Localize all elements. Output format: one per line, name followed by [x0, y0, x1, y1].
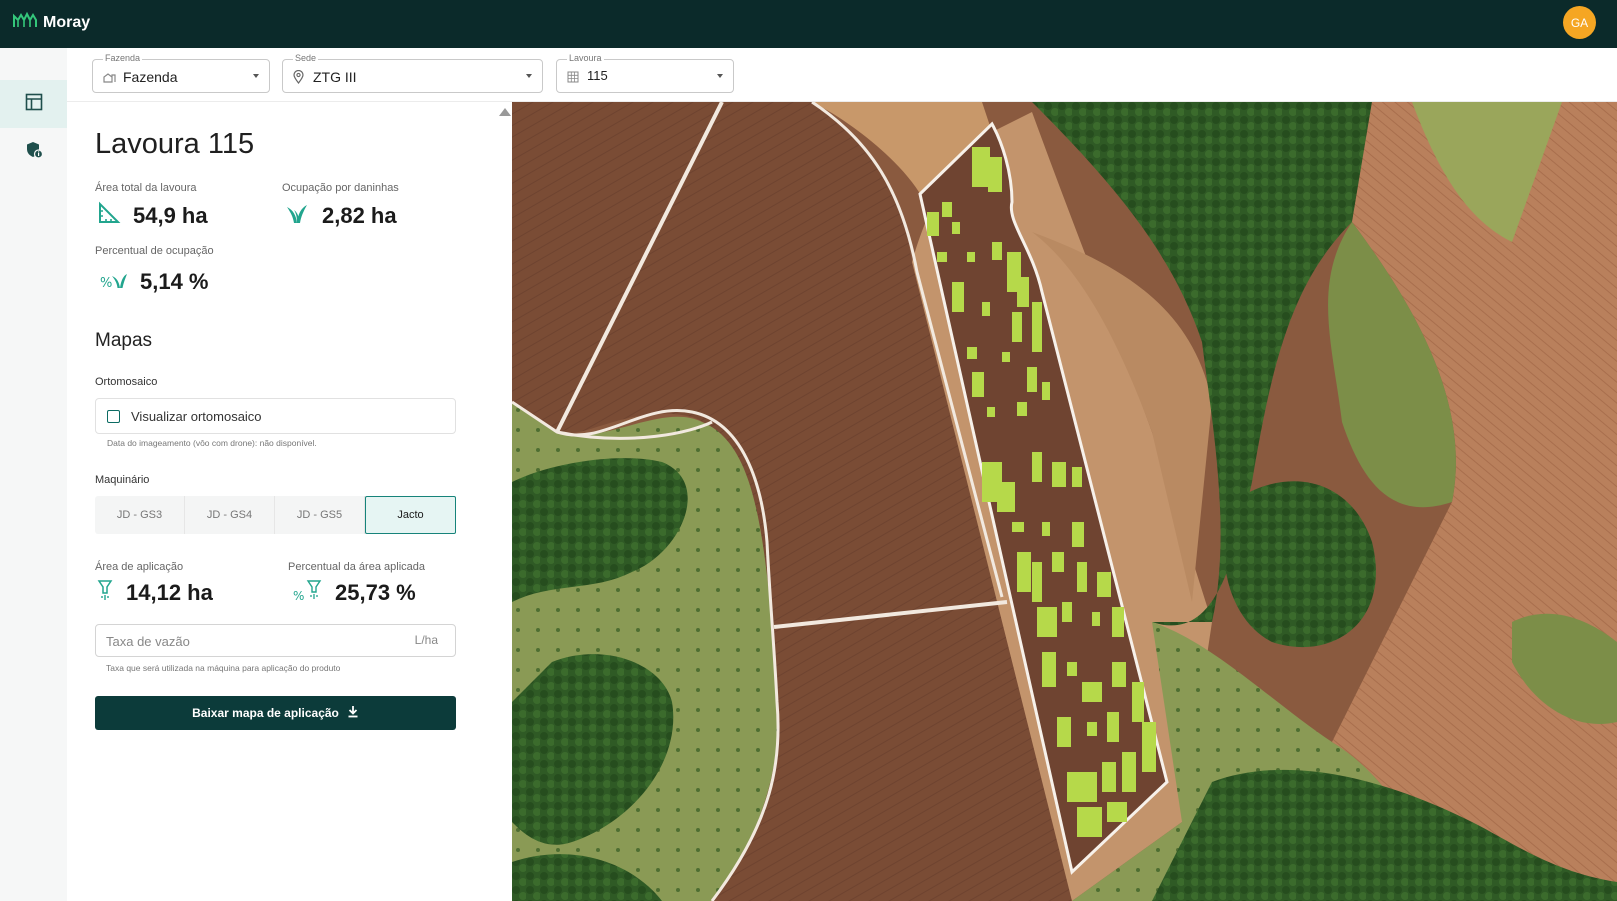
ortomosaico-helper-text: Data do imageamento (vôo com drone): não…: [107, 438, 317, 448]
weed-icon: [284, 201, 310, 230]
percentual-metric: % 5,14 %: [100, 268, 209, 295]
machine-option-jd-gs3[interactable]: JD - GS3: [95, 496, 185, 534]
lavoura-select[interactable]: Lavoura 115: [556, 53, 734, 93]
percent-sprayer-icon: %: [293, 579, 323, 606]
side-rail: [0, 48, 67, 901]
percentual-aplicada-label: Percentual da área aplicada: [288, 561, 425, 573]
location-pin-icon: [293, 69, 304, 89]
top-bar: Moray GA: [0, 0, 1617, 48]
taxa-vazao-placeholder: Taxa de vazão: [106, 634, 190, 649]
fazenda-select-label: Fazenda: [103, 53, 143, 63]
app-logo[interactable]: Moray: [13, 11, 90, 34]
sidebar-item-fields[interactable]: [0, 80, 67, 128]
page-title: Lavoura 115: [95, 128, 255, 160]
farm-icon: [103, 70, 116, 88]
sprayer-icon: [96, 579, 114, 606]
ortomosaico-label: Ortomosaico: [95, 376, 158, 388]
shield-info-icon: [25, 141, 43, 164]
maquinario-label: Maquinário: [95, 474, 150, 486]
filter-bar: Fazenda Fazenda Sede ZTG III Lavoura 115: [67, 48, 1617, 102]
machine-option-jacto[interactable]: Jacto: [365, 496, 456, 534]
svg-text:%: %: [293, 589, 304, 601]
percentual-aplicada-metric: % 25,73 %: [293, 579, 416, 606]
ocupacao-metric: 2,82 ha: [284, 201, 397, 230]
area-aplicacao-label: Área de aplicação: [95, 561, 184, 573]
chevron-down-icon: [526, 74, 532, 78]
area-icon: [97, 201, 121, 230]
grid-icon: [567, 70, 579, 88]
svg-text:%: %: [100, 276, 112, 290]
satellite-map-image: [512, 102, 1617, 901]
percent-weed-icon: %: [100, 268, 128, 295]
chevron-down-icon: [253, 74, 259, 78]
taxa-vazao-input[interactable]: Taxa de vazão L/ha: [95, 624, 456, 657]
area-total-label: Área total da lavoura: [95, 182, 197, 194]
ortomosaico-toggle[interactable]: Visualizar ortomosaico: [95, 398, 456, 434]
area-aplicacao-metric: 14,12 ha: [96, 579, 213, 606]
moray-logo-icon: [13, 11, 39, 34]
ocupacao-label: Ocupação por daninhas: [282, 182, 399, 194]
area-aplicacao-value: 14,12 ha: [126, 579, 213, 605]
percentual-label: Percentual de ocupação: [95, 245, 214, 257]
sede-select-label: Sede: [293, 53, 319, 63]
download-map-button[interactable]: Baixar mapa de aplicação: [95, 696, 456, 730]
ocupacao-value: 2,82 ha: [322, 202, 397, 228]
taxa-vazao-helper-text: Taxa que será utilizada na máquina para …: [106, 663, 341, 673]
area-total-metric: 54,9 ha: [97, 201, 208, 230]
percentual-value: 5,14 %: [140, 268, 209, 294]
satellite-map[interactable]: [512, 102, 1617, 901]
ortomosaico-checkbox-label: Visualizar ortomosaico: [131, 408, 262, 424]
sede-select-value: ZTG III: [313, 69, 357, 85]
sede-select[interactable]: Sede ZTG III: [282, 53, 543, 93]
machine-option-jd-gs4[interactable]: JD - GS4: [185, 496, 275, 534]
machine-option-jd-gs5[interactable]: JD - GS5: [275, 496, 365, 534]
taxa-vazao-unit: L/ha: [414, 633, 438, 647]
field-details-panel: Lavoura 115 Área total da lavoura 54,9 h…: [67, 102, 512, 901]
lavoura-select-label: Lavoura: [567, 53, 604, 63]
area-total-value: 54,9 ha: [133, 202, 208, 228]
percentual-aplicada-value: 25,73 %: [335, 579, 416, 605]
ortomosaico-checkbox[interactable]: [107, 409, 120, 423]
scroll-up-arrow[interactable]: [499, 108, 511, 116]
lavoura-select-value: 115: [587, 68, 608, 83]
user-avatar[interactable]: GA: [1563, 6, 1596, 39]
download-button-label: Baixar mapa de aplicação: [192, 706, 339, 720]
app-name: Moray: [43, 13, 91, 31]
fazenda-select[interactable]: Fazenda Fazenda: [92, 53, 270, 93]
download-icon: [347, 705, 359, 721]
layout-icon: [25, 93, 43, 116]
chevron-down-icon: [717, 74, 723, 78]
fazenda-select-value: Fazenda: [123, 69, 178, 85]
maps-section-title: Mapas: [95, 330, 153, 351]
machinery-selector: JD - GS3 JD - GS4 JD - GS5 Jacto: [95, 496, 456, 534]
sidebar-item-info[interactable]: [0, 128, 67, 176]
